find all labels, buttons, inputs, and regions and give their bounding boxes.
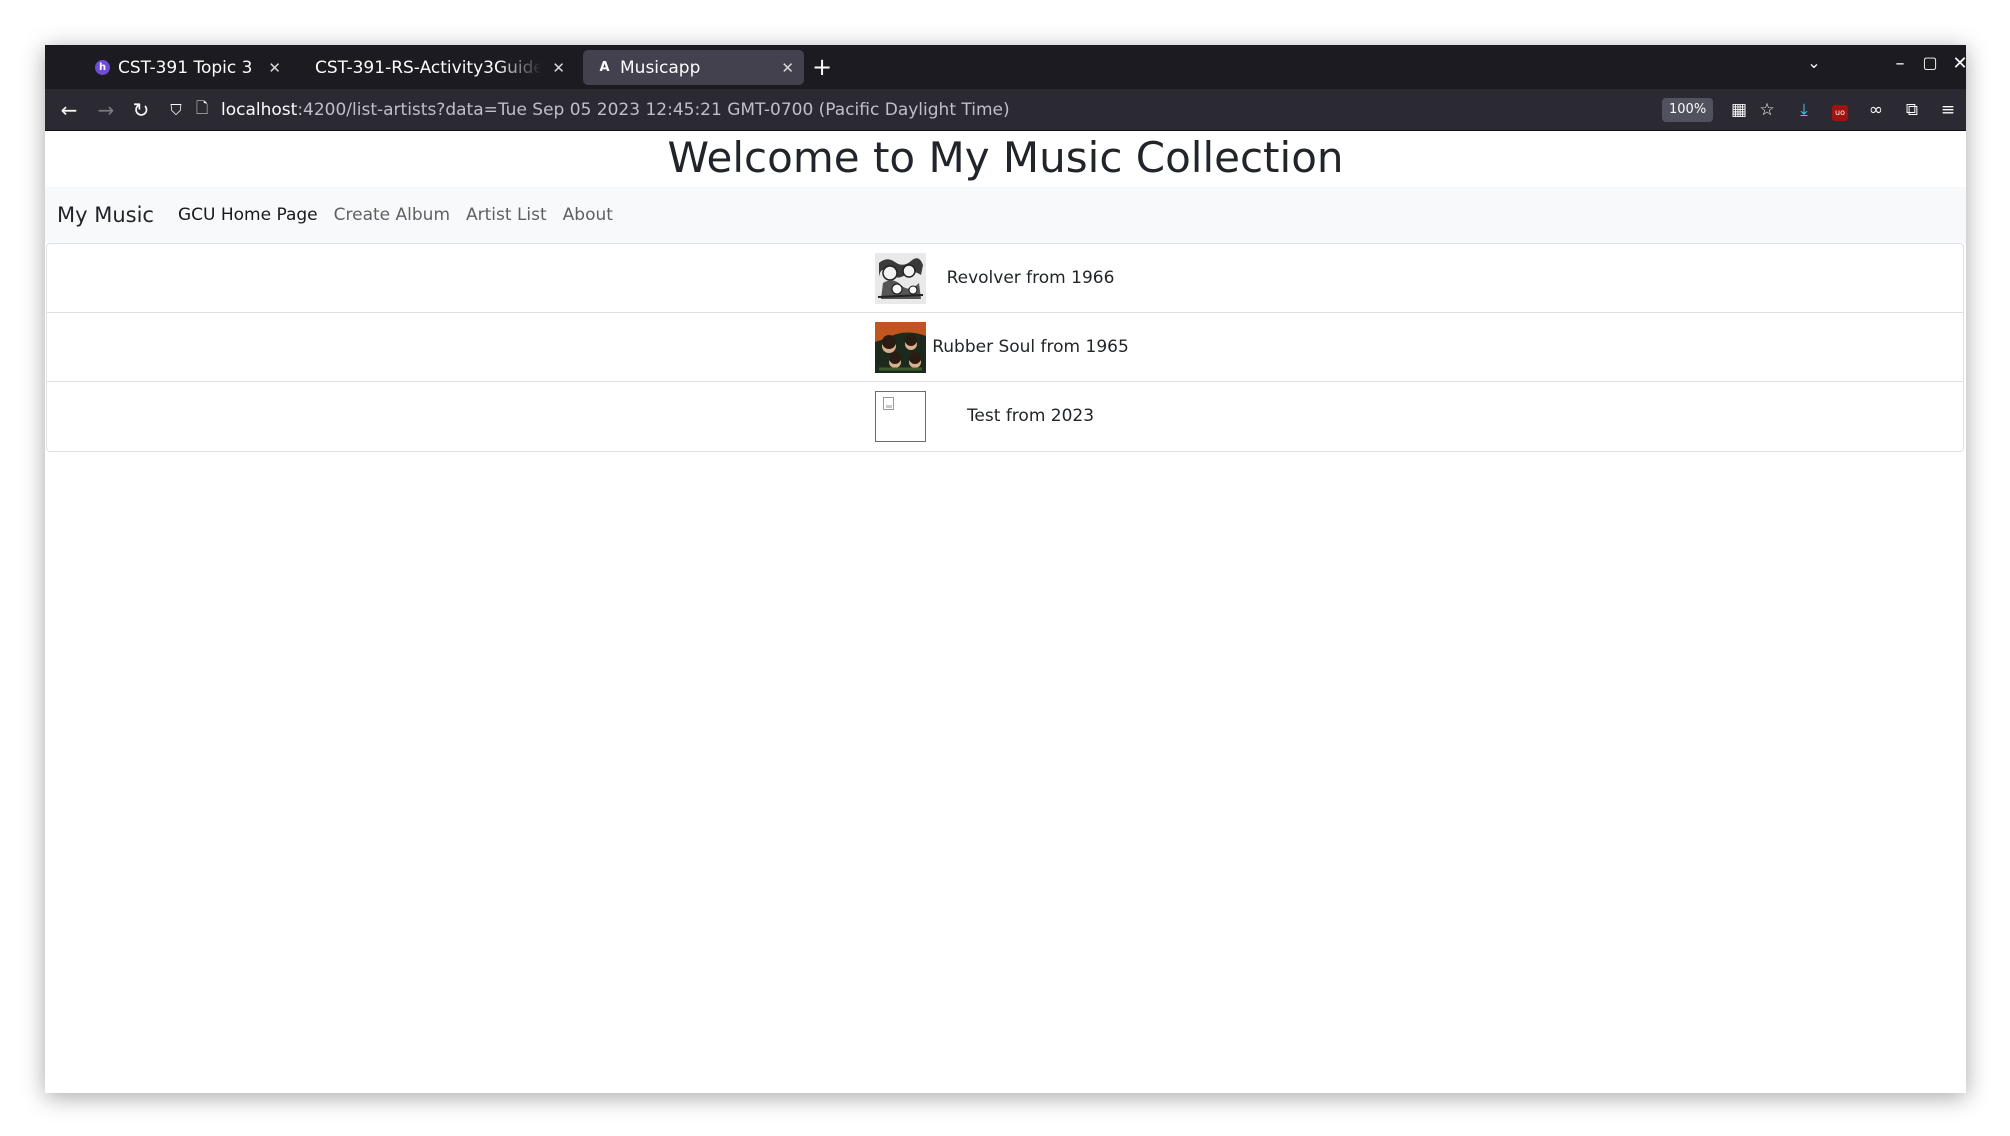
bookmark-star-icon[interactable]: ☆ (1754, 97, 1780, 123)
site-navbar: My Music GCU Home Page Create Album Arti… (45, 187, 1966, 243)
album-label: Test from 2023 (966, 406, 1095, 426)
revolver-album-cover-icon (874, 252, 926, 304)
tab-title: CST-391-RS-Activity3Guide (315, 57, 543, 78)
nav-link-about[interactable]: About (563, 205, 613, 225)
forward-arrow-icon[interactable]: → (92, 96, 120, 124)
url-path: :4200/list-artists?data=Tue Sep 05 2023 … (297, 100, 1010, 120)
zoom-level-badge[interactable]: 100% (1662, 98, 1714, 122)
tab-title: Musicapp (620, 57, 701, 78)
tab-title: CST-391 Topic 3 DQ 1 (118, 57, 258, 78)
tab-cst-391-topic-3[interactable]: h CST-391 Topic 3 DQ 1 ✕ (81, 50, 291, 85)
reload-icon[interactable]: ↻ (127, 96, 155, 124)
menu-hamburger-icon[interactable]: ≡ (1935, 97, 1961, 123)
navbar-brand[interactable]: My Music (57, 203, 154, 227)
nav-link-artist-list[interactable]: Artist List (466, 205, 547, 225)
back-arrow-icon[interactable]: ← (55, 96, 83, 124)
angular-favicon-icon: A (599, 60, 610, 75)
album-label: Revolver from 1966 (946, 268, 1115, 288)
list-item[interactable]: Rubber Soul from 1965 (47, 313, 1963, 382)
page-info-icon[interactable]: 🗋 (189, 98, 215, 123)
album-list: Revolver from 1966 Rubber Soul from 1965… (46, 243, 1964, 452)
tab-musicapp[interactable]: A Musicapp ✕ (583, 50, 804, 85)
qr-code-icon[interactable]: ▦ (1726, 97, 1752, 123)
extensions-puzzle-icon[interactable]: ⧉ (1899, 97, 1925, 123)
minimize-icon[interactable]: – (1887, 53, 1913, 74)
url-bar[interactable]: ⛉ 🗋 localhost:4200/list-artists?data=Tue… (163, 93, 1763, 127)
browser-window: h CST-391 Topic 3 DQ 1 ✕ CST-391-RS-Acti… (45, 45, 1966, 1093)
private-mask-icon[interactable]: ∞ (1863, 97, 1889, 123)
nav-link-gcu-home[interactable]: GCU Home Page (178, 205, 318, 225)
shield-icon[interactable]: ⛉ (163, 101, 189, 119)
close-window-icon[interactable]: ✕ (1947, 53, 1966, 74)
tab-cst-391-activity3guide[interactable]: CST-391-RS-Activity3Guide ✕ (295, 50, 575, 85)
navigation-toolbar: ← → ↻ ⛉ 🗋 localhost:4200/list-artists?da… (45, 89, 1966, 131)
list-item[interactable]: Test from 2023 (47, 382, 1963, 451)
rubber-soul-album-cover-icon (874, 321, 926, 373)
page-title: Welcome to My Music Collection (667, 133, 1344, 182)
maximize-icon[interactable]: ▢ (1917, 53, 1943, 72)
ublock-icon[interactable]: uo (1827, 97, 1853, 123)
close-icon[interactable]: ✕ (552, 59, 565, 77)
nav-link-create-album[interactable]: Create Album (334, 205, 450, 225)
page-content: Welcome to My Music Collection My Music … (45, 132, 1966, 1093)
album-label: Rubber Soul from 1965 (932, 337, 1129, 357)
url-host: localhost (221, 100, 298, 120)
close-icon[interactable]: ✕ (268, 59, 281, 77)
hypothesis-favicon-icon: h (95, 60, 110, 75)
broken-image-icon (874, 390, 926, 442)
tab-strip: h CST-391 Topic 3 DQ 1 ✕ CST-391-RS-Acti… (45, 45, 1966, 89)
list-all-tabs-chevron-icon[interactable]: ⌄ (1801, 53, 1827, 72)
list-item[interactable]: Revolver from 1966 (47, 244, 1963, 313)
new-tab-plus-icon[interactable]: + (807, 53, 837, 81)
close-icon[interactable]: ✕ (781, 59, 794, 77)
downloads-icon[interactable]: ⤓ (1791, 97, 1817, 123)
